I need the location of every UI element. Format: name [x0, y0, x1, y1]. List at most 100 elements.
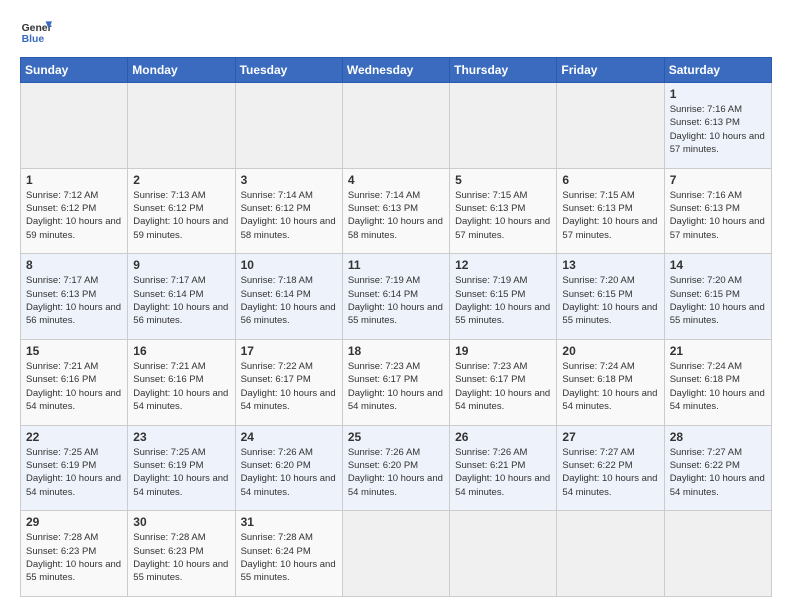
day-number: 11: [348, 258, 444, 272]
day-number: 15: [26, 344, 122, 358]
calendar-cell: [450, 83, 557, 169]
calendar-cell: 7 Sunrise: 7:16 AMSunset: 6:13 PMDaylight…: [664, 168, 771, 254]
day-number: 6: [562, 173, 658, 187]
day-number: 19: [455, 344, 551, 358]
calendar-cell: 2 Sunrise: 7:13 AMSunset: 6:12 PMDaylight…: [128, 168, 235, 254]
day-info: Sunrise: 7:16 AMSunset: 6:13 PMDaylight:…: [670, 103, 766, 156]
day-number: 31: [241, 515, 337, 529]
day-info: Sunrise: 7:22 AMSunset: 6:17 PMDaylight:…: [241, 360, 337, 413]
calendar-week-5: 22 Sunrise: 7:25 AMSunset: 6:19 PMDayligh…: [21, 425, 772, 511]
day-info: Sunrise: 7:21 AMSunset: 6:16 PMDaylight:…: [26, 360, 122, 413]
day-info: Sunrise: 7:19 AMSunset: 6:14 PMDaylight:…: [348, 274, 444, 327]
col-header-sunday: Sunday: [21, 58, 128, 83]
calendar-table: SundayMondayTuesdayWednesdayThursdayFrid…: [20, 57, 772, 597]
calendar-cell: 6 Sunrise: 7:15 AMSunset: 6:13 PMDaylight…: [557, 168, 664, 254]
day-info: Sunrise: 7:27 AMSunset: 6:22 PMDaylight:…: [562, 446, 658, 499]
calendar-week-6: 29 Sunrise: 7:28 AMSunset: 6:23 PMDayligh…: [21, 511, 772, 597]
calendar-cell: 11 Sunrise: 7:19 AMSunset: 6:14 PMDayligh…: [342, 254, 449, 340]
day-number: 7: [670, 173, 766, 187]
day-number: 4: [348, 173, 444, 187]
day-info: Sunrise: 7:26 AMSunset: 6:20 PMDaylight:…: [348, 446, 444, 499]
day-info: Sunrise: 7:13 AMSunset: 6:12 PMDaylight:…: [133, 189, 229, 242]
calendar-cell: 30 Sunrise: 7:28 AMSunset: 6:23 PMDayligh…: [128, 511, 235, 597]
calendar-header-row: SundayMondayTuesdayWednesdayThursdayFrid…: [21, 58, 772, 83]
day-number: 1: [670, 87, 766, 101]
calendar-cell: 28 Sunrise: 7:27 AMSunset: 6:22 PMDayligh…: [664, 425, 771, 511]
col-header-monday: Monday: [128, 58, 235, 83]
day-info: Sunrise: 7:26 AMSunset: 6:21 PMDaylight:…: [455, 446, 551, 499]
calendar-cell: [235, 83, 342, 169]
calendar-cell: 16Sunrise: 7:21 AMSunset: 6:16 PMDayligh…: [128, 339, 235, 425]
logo-icon: General Blue: [20, 15, 52, 47]
day-info: Sunrise: 7:17 AMSunset: 6:14 PMDaylight:…: [133, 274, 229, 327]
day-info: Sunrise: 7:14 AMSunset: 6:13 PMDaylight:…: [348, 189, 444, 242]
day-number: 1: [26, 173, 122, 187]
calendar-cell: 19 Sunrise: 7:23 AMSunset: 6:17 PMDayligh…: [450, 339, 557, 425]
day-number: 28: [670, 430, 766, 444]
day-info: Sunrise: 7:28 AMSunset: 6:23 PMDaylight:…: [26, 531, 122, 584]
calendar-cell: 29 Sunrise: 7:28 AMSunset: 6:23 PMDayligh…: [21, 511, 128, 597]
day-info: Sunrise: 7:16 AMSunset: 6:13 PMDaylight:…: [670, 189, 766, 242]
day-number: 23: [133, 430, 229, 444]
day-info: Sunrise: 7:27 AMSunset: 6:22 PMDaylight:…: [670, 446, 766, 499]
day-info: Sunrise: 7:23 AMSunset: 6:17 PMDaylight:…: [455, 360, 551, 413]
day-number: 9: [133, 258, 229, 272]
calendar-cell: 12 Sunrise: 7:19 AMSunset: 6:15 PMDayligh…: [450, 254, 557, 340]
page-header: General Blue: [20, 15, 772, 47]
day-number: 26: [455, 430, 551, 444]
calendar-cell: [450, 511, 557, 597]
calendar-cell: 31 Sunrise: 7:28 AMSunset: 6:24 PMDayligh…: [235, 511, 342, 597]
calendar-cell: 10Sunrise: 7:18 AMSunset: 6:14 PMDayligh…: [235, 254, 342, 340]
day-number: 13: [562, 258, 658, 272]
day-info: Sunrise: 7:15 AMSunset: 6:13 PMDaylight:…: [455, 189, 551, 242]
day-number: 3: [241, 173, 337, 187]
day-info: Sunrise: 7:14 AMSunset: 6:12 PMDaylight:…: [241, 189, 337, 242]
calendar-cell: 20Sunrise: 7:24 AMSunset: 6:18 PMDayligh…: [557, 339, 664, 425]
day-number: 10: [241, 258, 337, 272]
calendar-cell: 5 Sunrise: 7:15 AMSunset: 6:13 PMDaylight…: [450, 168, 557, 254]
calendar-cell: 13Sunrise: 7:20 AMSunset: 6:15 PMDayligh…: [557, 254, 664, 340]
day-number: 22: [26, 430, 122, 444]
calendar-cell: 23 Sunrise: 7:25 AMSunset: 6:19 PMDayligh…: [128, 425, 235, 511]
calendar-cell: 8Sunrise: 7:17 AMSunset: 6:13 PMDaylight…: [21, 254, 128, 340]
calendar-cell: [128, 83, 235, 169]
calendar-cell: 26 Sunrise: 7:26 AMSunset: 6:21 PMDayligh…: [450, 425, 557, 511]
day-info: Sunrise: 7:19 AMSunset: 6:15 PMDaylight:…: [455, 274, 551, 327]
calendar-cell: 22 Sunrise: 7:25 AMSunset: 6:19 PMDayligh…: [21, 425, 128, 511]
calendar-cell: 27 Sunrise: 7:27 AMSunset: 6:22 PMDayligh…: [557, 425, 664, 511]
day-info: Sunrise: 7:15 AMSunset: 6:13 PMDaylight:…: [562, 189, 658, 242]
day-number: 27: [562, 430, 658, 444]
day-info: Sunrise: 7:28 AMSunset: 6:24 PMDaylight:…: [241, 531, 337, 584]
day-info: Sunrise: 7:28 AMSunset: 6:23 PMDaylight:…: [133, 531, 229, 584]
calendar-week-3: 8Sunrise: 7:17 AMSunset: 6:13 PMDaylight…: [21, 254, 772, 340]
day-info: Sunrise: 7:25 AMSunset: 6:19 PMDaylight:…: [133, 446, 229, 499]
calendar-cell: 14Sunrise: 7:20 AMSunset: 6:15 PMDayligh…: [664, 254, 771, 340]
col-header-thursday: Thursday: [450, 58, 557, 83]
col-header-saturday: Saturday: [664, 58, 771, 83]
calendar-cell: 1 Sunrise: 7:12 AMSunset: 6:12 PMDaylight…: [21, 168, 128, 254]
calendar-week-2: 1 Sunrise: 7:12 AMSunset: 6:12 PMDaylight…: [21, 168, 772, 254]
day-number: 14: [670, 258, 766, 272]
day-number: 18: [348, 344, 444, 358]
day-number: 2: [133, 173, 229, 187]
day-number: 5: [455, 173, 551, 187]
day-number: 12: [455, 258, 551, 272]
day-number: 30: [133, 515, 229, 529]
svg-text:Blue: Blue: [22, 34, 45, 45]
calendar-week-4: 15 Sunrise: 7:21 AMSunset: 6:16 PMDayligh…: [21, 339, 772, 425]
calendar-cell: 25Sunrise: 7:26 AMSunset: 6:20 PMDayligh…: [342, 425, 449, 511]
day-info: Sunrise: 7:23 AMSunset: 6:17 PMDaylight:…: [348, 360, 444, 413]
calendar-cell: 24Sunrise: 7:26 AMSunset: 6:20 PMDayligh…: [235, 425, 342, 511]
day-info: Sunrise: 7:24 AMSunset: 6:18 PMDaylight:…: [670, 360, 766, 413]
col-header-wednesday: Wednesday: [342, 58, 449, 83]
day-info: Sunrise: 7:25 AMSunset: 6:19 PMDaylight:…: [26, 446, 122, 499]
calendar-cell: [557, 83, 664, 169]
day-number: 8: [26, 258, 122, 272]
day-info: Sunrise: 7:12 AMSunset: 6:12 PMDaylight:…: [26, 189, 122, 242]
day-number: 24: [241, 430, 337, 444]
calendar-cell: [21, 83, 128, 169]
calendar-cell: [342, 83, 449, 169]
day-number: 29: [26, 515, 122, 529]
calendar-cell: 18 Sunrise: 7:23 AMSunset: 6:17 PMDayligh…: [342, 339, 449, 425]
logo: General Blue: [20, 15, 52, 47]
